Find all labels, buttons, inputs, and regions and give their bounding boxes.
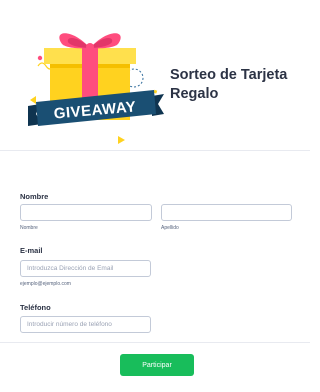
last-name-input[interactable]: [161, 204, 292, 221]
footer-divider: [0, 342, 310, 343]
first-name-sublabel: Nombre: [20, 225, 38, 231]
header-divider: [0, 150, 310, 151]
email-label: E-mail: [20, 246, 43, 255]
last-name-sublabel: Apellido: [161, 225, 179, 231]
name-label: Nombre: [20, 192, 49, 201]
email-field[interactable]: [20, 260, 151, 277]
page-title: Sorteo de Tarjeta Regalo: [170, 67, 288, 102]
email-sublabel: ejemplo@ejemplo.com: [20, 281, 71, 287]
phone-label: Teléfono: [20, 303, 51, 312]
giveaway-image: GIVEAWAY: [28, 33, 164, 144]
form-header: GIVEAWAY Sorteo de Tarjeta Regalo: [0, 0, 310, 150]
phone-field[interactable]: [20, 316, 151, 333]
submit-button[interactable]: Participar: [120, 354, 194, 376]
first-name-input[interactable]: [20, 204, 152, 221]
